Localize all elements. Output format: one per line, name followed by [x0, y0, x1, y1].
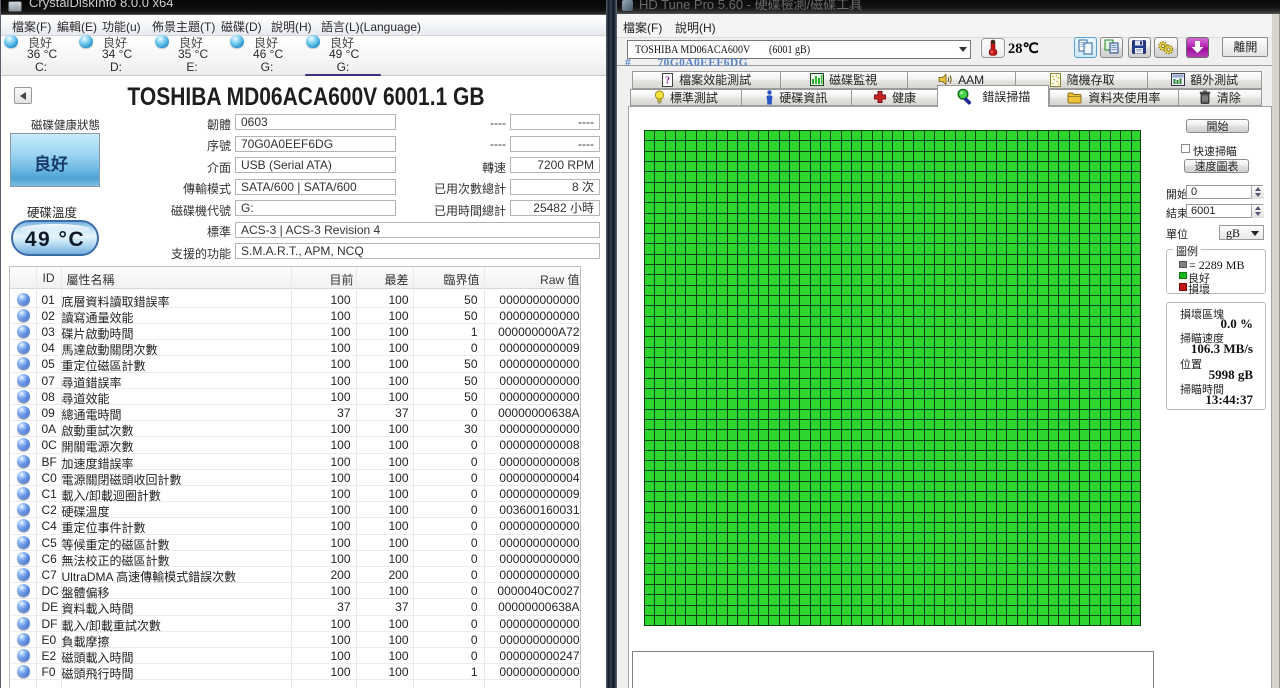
svg-text:?: ? [665, 75, 670, 86]
